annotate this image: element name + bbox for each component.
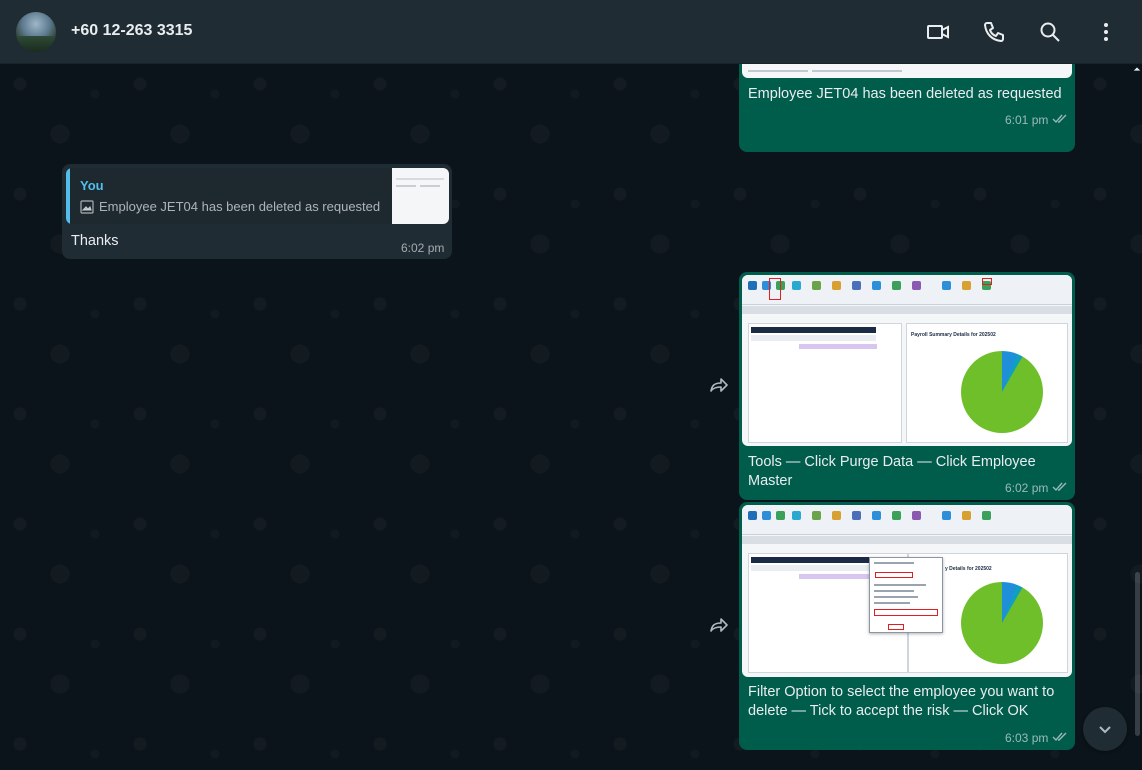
screenshot-dialog [869,557,943,633]
image-caption: Employee JET04 has been deleted as reque… [748,86,1062,102]
quote-accent-bar [66,168,70,224]
voice-call-icon[interactable] [980,18,1008,46]
quote-text: Employee JET04 has been deleted as reque… [99,199,381,214]
search-icon[interactable] [1036,18,1064,46]
message-image[interactable]: Payroll Summary Details for 202502 [742,275,1072,446]
message-image[interactable]: y Details for 202502 [742,505,1072,677]
quoted-message[interactable]: You Employee JET04 has been deleted as r… [66,168,449,224]
screenshot-toolbar [742,505,1072,535]
double-check-icon [1052,731,1068,745]
image-caption-line-2: delete — Tick to accept the risk — Click… [748,703,1029,719]
incoming-reply-message[interactable]: You Employee JET04 has been deleted as r… [62,164,452,259]
scroll-to-bottom-button[interactable] [1083,707,1127,751]
contact-name[interactable]: +60 12-263 3315 [71,22,192,40]
video-call-icon[interactable] [924,18,952,46]
double-check-icon [1052,481,1068,495]
screenshot-toolbar [742,275,1072,305]
chat-area: Employee JET04 has been deleted as reque… [0,64,1142,770]
image-caption-line-1: Filter Option to select the employee you… [748,684,1055,700]
message-time: 6:01 pm [1005,113,1049,127]
more-menu-icon[interactable] [1092,18,1120,46]
image-icon [80,199,94,214]
message-meta: 6:02 pm [1005,481,1068,495]
chat-scrollbar[interactable] [1135,572,1140,736]
forward-icon[interactable] [706,372,732,398]
outgoing-image-message[interactable]: y Details for 202502 Filter Option to se… [739,502,1075,750]
outgoing-image-message[interactable]: Employee JET04 has been deleted as reque… [739,64,1075,152]
scroll-up-arrow-icon[interactable] [1132,64,1142,74]
quote-text-row: Employee JET04 has been deleted as reque… [80,199,380,214]
message-text: Thanks [71,233,119,249]
double-check-icon [1052,113,1068,127]
chevron-down-icon [1099,726,1111,734]
chat-header: +60 12-263 3315 [0,0,1142,64]
screenshot-title: y Details for 202502 [945,566,992,572]
contact-avatar[interactable] [16,12,56,52]
outgoing-image-message[interactable]: Payroll Summary Details for 202502 Tools… [739,272,1075,500]
screenshot-title: Payroll Summary Details for 202502 [911,332,996,338]
quote-thumbnail [392,168,449,224]
message-meta: 6:03 pm [1005,731,1068,745]
message-meta: 6:01 pm [1005,113,1068,127]
message-time: 6:03 pm [1005,731,1049,745]
forward-icon[interactable] [706,612,732,638]
quote-author: You [80,178,104,193]
message-image[interactable] [742,64,1072,78]
message-time: 6:02 pm [401,241,445,255]
message-time: 6:02 pm [1005,481,1049,495]
